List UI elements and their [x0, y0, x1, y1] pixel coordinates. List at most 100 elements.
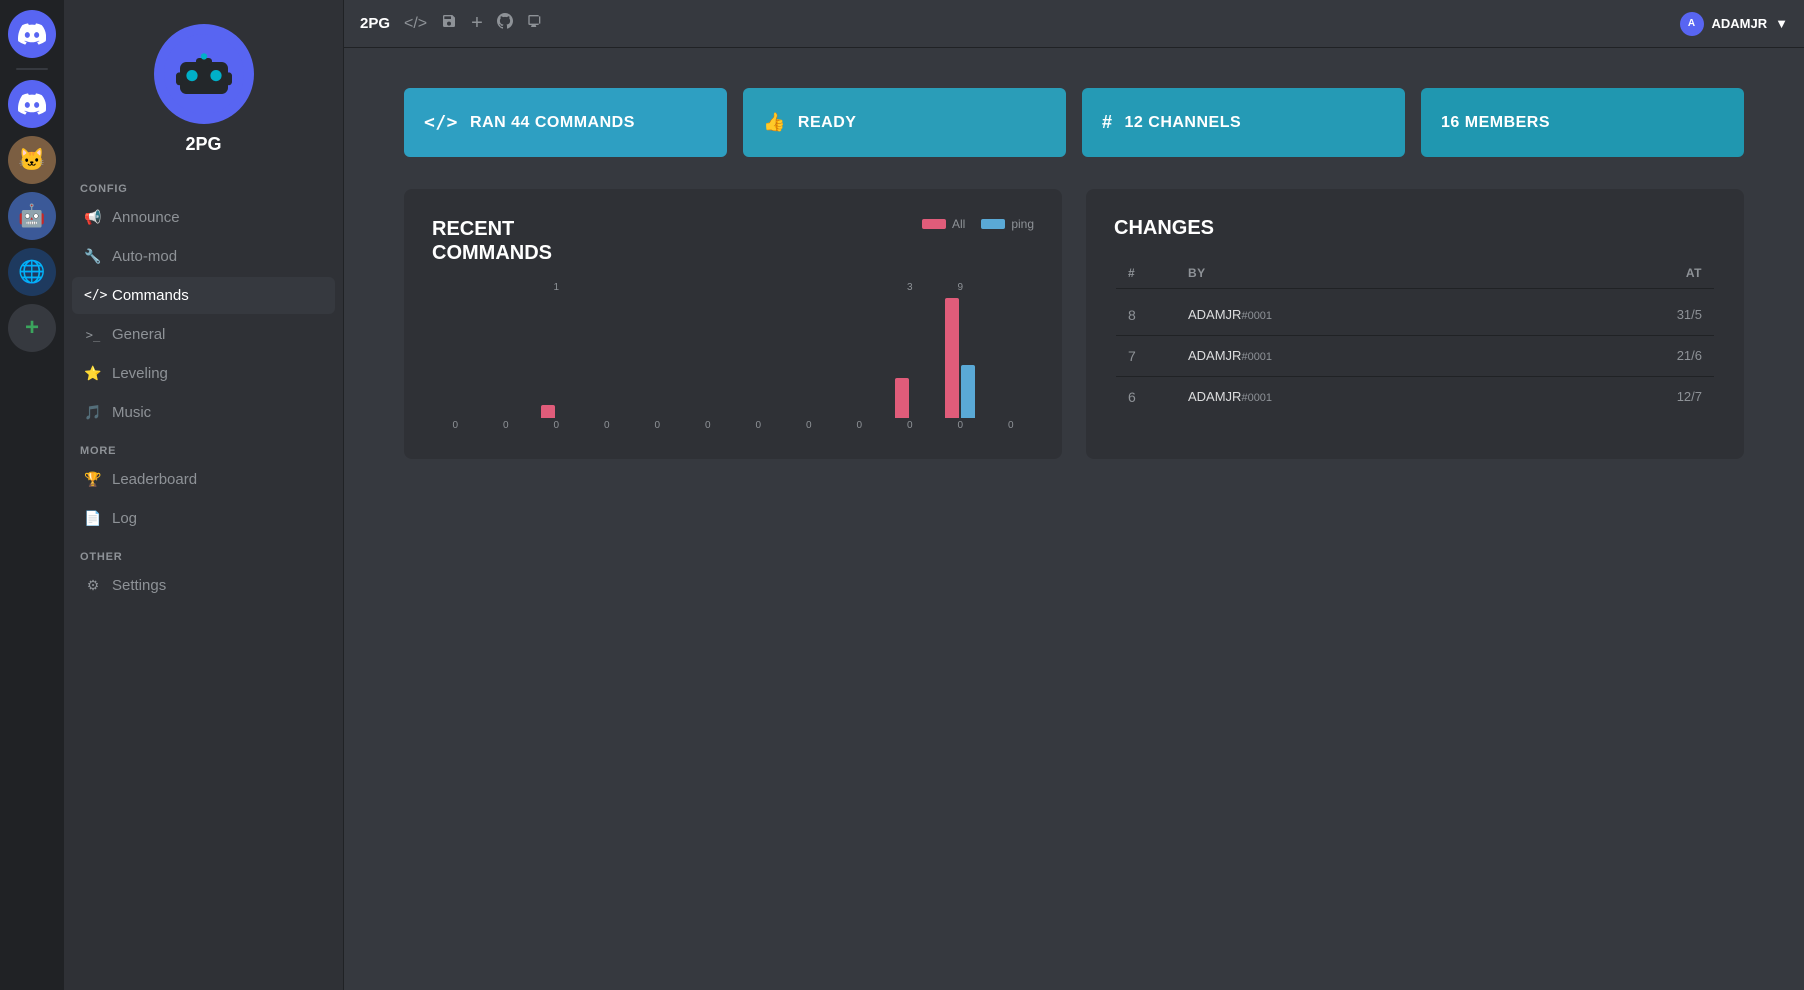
announce-icon: 📢 [84, 209, 102, 226]
bar-group-8: 0 [836, 282, 883, 431]
bar-bottom-label-1: 0 [503, 420, 509, 431]
sidebar: 2PG CONFIG 📢 Announce 🔧 Auto-mod </> Com… [64, 0, 344, 990]
rail-divider [16, 68, 48, 70]
sidebar-item-music[interactable]: 🎵 Music [72, 394, 335, 431]
table-row: 7ADAMJR#000121/6 [1116, 336, 1714, 377]
table-row: 6ADAMJR#000112/7 [1116, 377, 1714, 417]
leveling-icon: ⭐ [84, 365, 102, 382]
stat-ready-value: READY [798, 114, 857, 132]
leveling-label: Leveling [112, 365, 168, 382]
dropdown-arrow-icon: ▼ [1775, 16, 1788, 31]
username: ADAMJR [1712, 16, 1768, 31]
changes-panel: CHANGES # BY AT 8ADAMJR#000131/57ADAMJR#… [1086, 189, 1744, 459]
sidebar-item-commands[interactable]: </> Commands [72, 277, 335, 314]
col-at: 21/6 [1602, 348, 1702, 364]
bar-bottom-label-9: 0 [907, 420, 913, 431]
sidebar-item-auto-mod[interactable]: 🔧 Auto-mod [72, 238, 335, 275]
commands-icon: </> [84, 288, 102, 303]
sidebar-item-leaderboard[interactable]: 🏆 Leaderboard [72, 461, 335, 498]
bar-bottom-label-3: 0 [604, 420, 610, 431]
legend-all-label: All [952, 217, 965, 231]
legend-ping-label: ping [1011, 217, 1034, 231]
discord-logo-icon[interactable] [8, 10, 56, 58]
settings-icon: ⚙ [84, 577, 102, 594]
bar-group-5: 0 [685, 282, 732, 431]
bar-top-label-2: 1 [553, 282, 559, 296]
changes-table-body: 8ADAMJR#000131/57ADAMJR#000121/66ADAMJR#… [1116, 295, 1714, 417]
recent-commands-panel: RECENTCOMMANDS All ping [404, 189, 1062, 459]
github-icon[interactable] [497, 13, 513, 34]
general-label: General [112, 326, 165, 343]
icon-rail: 🐱 🤖 🌐 + [0, 0, 64, 990]
bot-name: 2PG [185, 134, 221, 155]
announce-label: Announce [112, 209, 180, 226]
col-num: 8 [1128, 307, 1188, 323]
col-by-header: BY [1188, 266, 1602, 280]
bot-avatar [154, 24, 254, 124]
bar-bottom-label-2: 0 [553, 420, 559, 431]
sidebar-item-settings[interactable]: ⚙ Settings [72, 567, 335, 604]
save-icon[interactable] [441, 13, 457, 34]
changes-table-header: # BY AT [1116, 258, 1714, 289]
bar-top-label-10: 9 [957, 282, 963, 296]
log-label: Log [112, 510, 137, 527]
col-num: 6 [1128, 389, 1188, 405]
user-menu[interactable]: A ADAMJR ▼ [1680, 12, 1789, 36]
user-avatar: A [1680, 12, 1704, 36]
col-by: ADAMJR#0001 [1188, 307, 1602, 323]
bar-wrapper-0 [440, 298, 470, 418]
dashboard: </> RAN 44 COMMANDS 👍 READY # 12 CHANNEL… [344, 48, 1804, 990]
monitor-icon[interactable] [527, 13, 543, 34]
add-icon[interactable]: + [471, 12, 483, 35]
bar-ping-10 [961, 365, 975, 418]
music-label: Music [112, 404, 151, 421]
bar-group-6: 0 [735, 282, 782, 431]
bar-bottom-label-11: 0 [1008, 420, 1014, 431]
server-3-icon[interactable]: 🤖 [8, 192, 56, 240]
table-row: 8ADAMJR#000131/5 [1116, 295, 1714, 336]
music-icon: 🎵 [84, 404, 102, 421]
bar-group-3: 0 [584, 282, 631, 431]
server-1-icon[interactable] [8, 80, 56, 128]
stat-commands-value: RAN 44 COMMANDS [470, 114, 635, 132]
bar-group-0: 0 [432, 282, 479, 431]
bar-wrapper-4 [642, 298, 672, 418]
col-num: 7 [1128, 348, 1188, 364]
bar-group-7: 0 [786, 282, 833, 431]
bar-bottom-label-8: 0 [856, 420, 862, 431]
code-icon[interactable]: </> [404, 15, 427, 33]
sidebar-item-log[interactable]: 📄 Log [72, 500, 335, 537]
bar-bottom-label-5: 0 [705, 420, 711, 431]
recent-commands-title: RECENTCOMMANDS [432, 217, 552, 265]
bar-group-10: 90 [937, 282, 984, 431]
stat-members-value: 16 MEMBERS [1441, 114, 1550, 132]
bar-all-2 [541, 405, 555, 418]
stat-card-ready: 👍 READY [743, 88, 1066, 157]
server-4-icon[interactable]: 🌐 [8, 248, 56, 296]
leaderboard-icon: 🏆 [84, 471, 102, 488]
settings-label: Settings [112, 577, 166, 594]
stat-card-channels: # 12 CHANNELS [1082, 88, 1405, 157]
server-2-icon[interactable]: 🐱 [8, 136, 56, 184]
top-bar: 2PG </> + A ADAMJR ▼ [344, 0, 1804, 48]
chart-legend: All ping [922, 217, 1034, 231]
bar-bottom-label-7: 0 [806, 420, 812, 431]
add-server-button[interactable]: + [8, 304, 56, 352]
bar-wrapper-8 [844, 298, 874, 418]
stat-cards: </> RAN 44 COMMANDS 👍 READY # 12 CHANNEL… [404, 88, 1744, 157]
sidebar-item-announce[interactable]: 📢 Announce [72, 199, 335, 236]
bar-wrapper-7 [794, 298, 824, 418]
page-title: 2PG [360, 15, 390, 32]
config-label: CONFIG [72, 171, 335, 199]
sidebar-item-general[interactable]: >_ General [72, 316, 335, 353]
bar-wrapper-1 [491, 298, 521, 418]
col-at: 12/7 [1602, 389, 1702, 405]
sidebar-item-leveling[interactable]: ⭐ Leveling [72, 355, 335, 392]
bar-bottom-label-10: 0 [957, 420, 963, 431]
leaderboard-label: Leaderboard [112, 471, 197, 488]
other-label: OTHER [72, 539, 335, 567]
legend-all-dot [922, 219, 946, 229]
ready-stat-icon: 👍 [763, 112, 786, 133]
channels-stat-icon: # [1102, 112, 1113, 133]
bar-group-4: 0 [634, 282, 681, 431]
